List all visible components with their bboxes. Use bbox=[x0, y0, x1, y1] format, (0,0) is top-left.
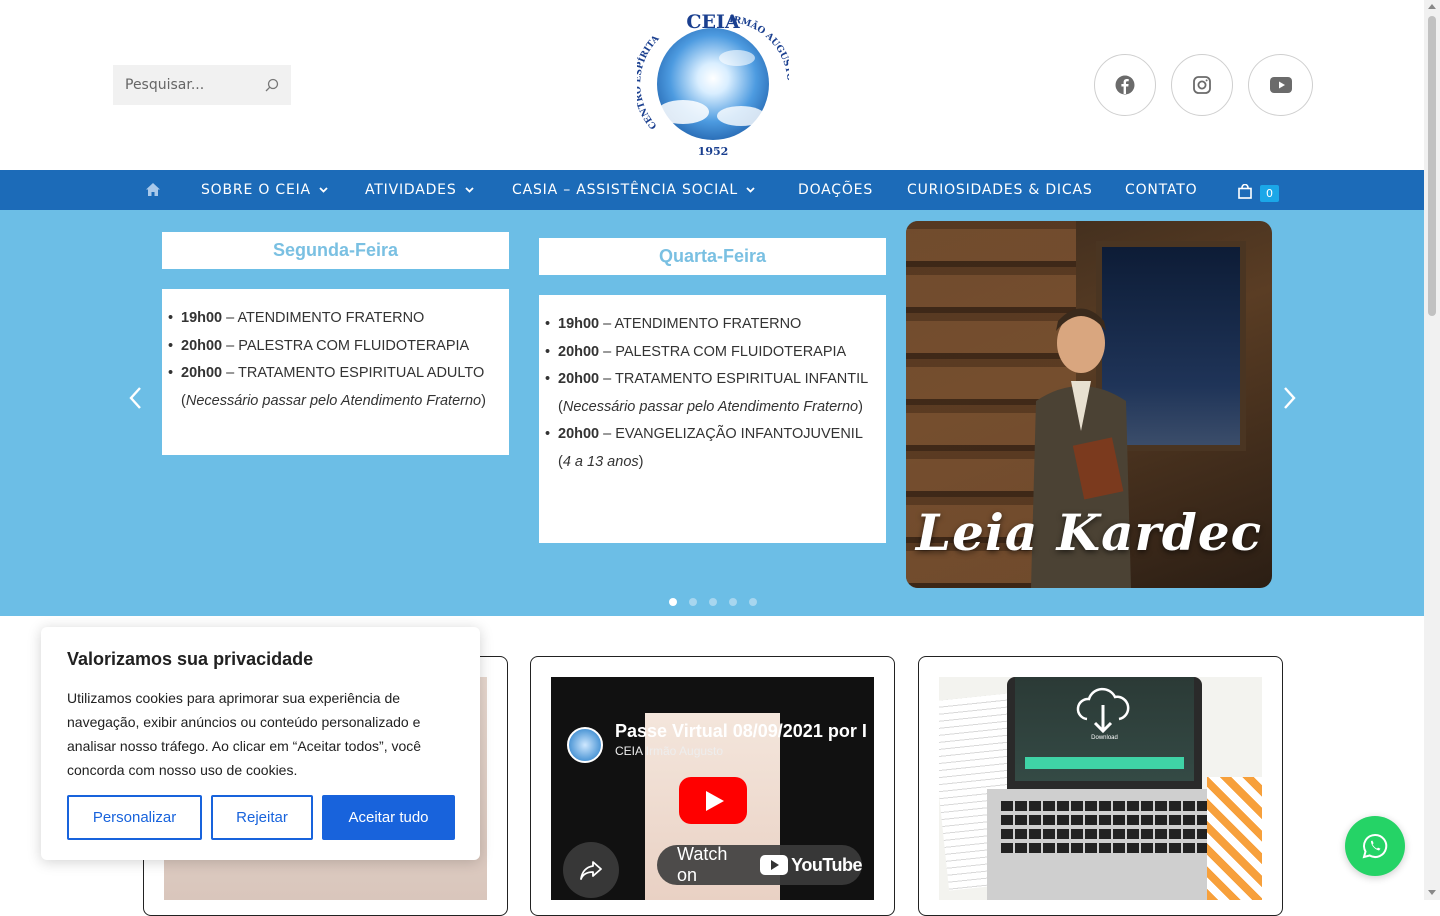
nav-item-casia[interactable]: CASIA – ASSISTÊNCIA SOCIAL bbox=[512, 170, 755, 210]
candy-illustration bbox=[1207, 777, 1262, 900]
whatsapp-button[interactable] bbox=[1345, 816, 1405, 876]
chevron-down-icon bbox=[746, 187, 755, 193]
nav-item-label: CASIA – ASSISTÊNCIA SOCIAL bbox=[512, 182, 739, 198]
nav-item-label: ATIVIDADES bbox=[365, 182, 457, 198]
schedule-item: 19h00 – ATENDIMENTO FRATERNO bbox=[168, 305, 503, 333]
social-links bbox=[1094, 54, 1313, 116]
wednesday-schedule: 19h00 – ATENDIMENTO FRATERNO 20h00 – PAL… bbox=[539, 295, 886, 543]
cookie-text: Utilizamos cookies para aprimorar sua ex… bbox=[67, 690, 422, 778]
scrollbar-thumb[interactable] bbox=[1428, 16, 1436, 316]
download-laptop-image[interactable]: Download bbox=[939, 677, 1262, 900]
chevron-down-icon bbox=[464, 187, 474, 193]
channel-avatar[interactable] bbox=[567, 727, 603, 763]
customize-button[interactable]: Personalizar bbox=[67, 795, 202, 840]
facebook-link[interactable] bbox=[1094, 54, 1156, 116]
schedule-item: 20h00 – TRATAMENTO ESPIRITUAL ADULTO(Nec… bbox=[168, 360, 503, 415]
schedule-item: 20h00 – EVANGELIZAÇÃO INFANTOJUVENIL(4 a… bbox=[545, 421, 880, 476]
banner-title: Leia Kardec bbox=[915, 503, 1263, 562]
youtube-link[interactable] bbox=[1248, 54, 1313, 116]
download-label: Download bbox=[1091, 735, 1118, 741]
instagram-link[interactable] bbox=[1171, 54, 1233, 116]
chevron-down-icon bbox=[319, 187, 328, 193]
youtube-logo: YouTube bbox=[760, 855, 862, 876]
scroll-down-arrow[interactable] bbox=[1428, 890, 1436, 895]
search-icon[interactable] bbox=[265, 78, 279, 92]
video-title[interactable]: Passe Virtual 08/09/2021 por I bbox=[615, 721, 867, 742]
nav-item-label: CURIOSIDADES & DICAS bbox=[907, 182, 1093, 198]
keyboard-illustration bbox=[987, 789, 1225, 900]
accept-all-button[interactable]: Aceitar tudo bbox=[322, 795, 455, 840]
nav-item-curiosidades[interactable]: CURIOSIDADES & DICAS bbox=[907, 170, 1093, 210]
search-input[interactable] bbox=[125, 77, 255, 93]
site-header: CEIA CENTRO ESPÍRITA IRMÃO AUGUSTO 1952 bbox=[0, 0, 1424, 170]
cart-link[interactable]: 0 bbox=[1238, 181, 1279, 202]
video-channel[interactable]: CEIA Irmão Augusto bbox=[615, 744, 723, 758]
main-nav: SOBRE O CEIA ATIVIDADES CASIA – ASSISTÊN… bbox=[0, 170, 1424, 210]
instagram-icon bbox=[1193, 76, 1211, 94]
slider-dot[interactable] bbox=[689, 598, 697, 606]
cart-count-badge: 0 bbox=[1260, 185, 1279, 202]
slider-dots bbox=[669, 598, 757, 606]
slider-dot[interactable] bbox=[749, 598, 757, 606]
watch-label: Watch on bbox=[677, 844, 728, 885]
share-button[interactable] bbox=[563, 842, 619, 898]
schedule-item: 20h00 – PALESTRA COM FLUIDOTERAPIA bbox=[545, 339, 880, 367]
whatsapp-icon bbox=[1362, 833, 1388, 859]
scroll-up-arrow[interactable] bbox=[1428, 4, 1436, 9]
play-button[interactable] bbox=[679, 777, 747, 824]
youtube-icon bbox=[1269, 77, 1292, 93]
youtube-embed[interactable]: Passe Virtual 08/09/2021 por I CEIA Irmã… bbox=[551, 677, 874, 900]
facebook-icon bbox=[1115, 75, 1135, 95]
nav-item-sobre[interactable]: SOBRE O CEIA bbox=[201, 170, 328, 210]
schedule-item: 19h00 – ATENDIMENTO FRATERNO bbox=[545, 311, 880, 339]
nav-item-label: DOAÇÕES bbox=[798, 182, 874, 198]
slider-dot[interactable] bbox=[729, 598, 737, 606]
wednesday-title: Quarta-Feira bbox=[539, 238, 886, 275]
slider-dot[interactable] bbox=[709, 598, 717, 606]
share-icon bbox=[580, 861, 602, 880]
cookie-title: Valorizamos sua privacidade bbox=[67, 649, 314, 669]
nav-item-contato[interactable]: CONTATO bbox=[1125, 170, 1197, 210]
laptop-screen: Download bbox=[1007, 677, 1202, 789]
youtube-icon bbox=[760, 855, 789, 875]
monday-schedule: 19h00 – ATENDIMENTO FRATERNO 20h00 – PAL… bbox=[162, 289, 509, 455]
logo-year: 1952 bbox=[698, 145, 729, 158]
reject-button[interactable]: Rejeitar bbox=[211, 795, 313, 840]
home-icon[interactable] bbox=[145, 182, 161, 197]
leia-kardec-banner[interactable]: Leia Kardec bbox=[906, 221, 1272, 588]
progress-bar bbox=[1025, 757, 1184, 769]
shopping-bag-icon bbox=[1238, 184, 1252, 199]
slider-next-arrow[interactable] bbox=[1283, 386, 1297, 410]
cookie-consent-banner: Valorizamos sua privacidade Utilizamos c… bbox=[41, 627, 480, 860]
nav-item-atividades[interactable]: ATIVIDADES bbox=[365, 170, 474, 210]
nav-item-label: CONTATO bbox=[1125, 182, 1198, 198]
nav-item-doacoes[interactable]: DOAÇÕES bbox=[798, 170, 873, 210]
page-scrollbar[interactable] bbox=[1424, 0, 1440, 900]
hero-slider: Segunda-Feira 19h00 – ATENDIMENTO FRATER… bbox=[0, 210, 1424, 616]
nav-item-label: SOBRE O CEIA bbox=[201, 182, 311, 198]
search-box[interactable] bbox=[113, 65, 291, 105]
watch-on-youtube-button[interactable]: Watch on YouTube bbox=[657, 844, 862, 885]
schedule-item: 20h00 – TRATAMENTO ESPIRITUAL INFANTIL(N… bbox=[545, 366, 880, 421]
slider-dot[interactable] bbox=[669, 598, 677, 606]
schedule-item: 20h00 – PALESTRA COM FLUIDOTERAPIA bbox=[168, 333, 503, 361]
site-logo[interactable]: CEIA CENTRO ESPÍRITA IRMÃO AUGUSTO 1952 bbox=[637, 8, 789, 160]
slider-prev-arrow[interactable] bbox=[128, 386, 142, 410]
monday-title: Segunda-Feira bbox=[162, 232, 509, 269]
